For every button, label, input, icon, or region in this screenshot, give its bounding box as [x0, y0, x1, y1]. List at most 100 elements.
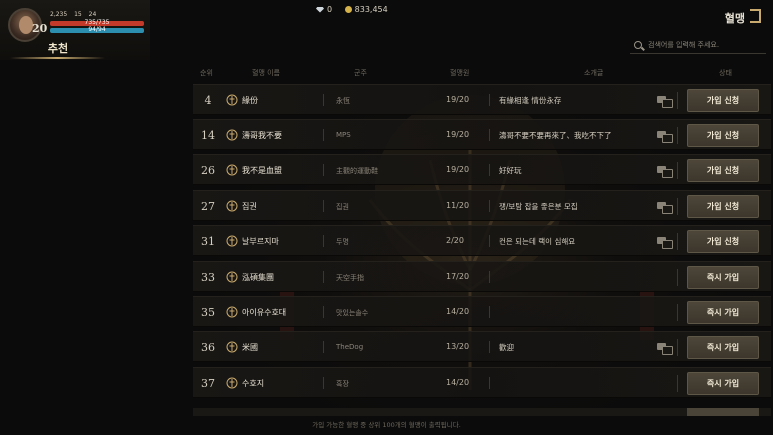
clan-intro: 쟁/보탐 잡을 좋은분 모집	[499, 202, 578, 211]
col-header-status: 상태	[719, 69, 732, 77]
translate-icon[interactable]	[657, 96, 673, 108]
clan-emblem-icon	[226, 377, 238, 389]
divider	[677, 198, 678, 215]
clan-leader: 맛있는솔수	[336, 309, 369, 317]
clan-emblem-icon	[226, 306, 238, 318]
divider	[323, 235, 324, 247]
row-rank: 36	[201, 341, 215, 354]
currency-bar: 0 833,454	[316, 5, 388, 14]
stat-attack: 2,235	[50, 11, 68, 18]
clan-leader: 두명	[336, 238, 349, 246]
clan-leader: 主觀的運動鞋	[336, 167, 378, 175]
divider	[489, 306, 490, 318]
clan-leader: TheDog	[336, 343, 364, 351]
row-rank: 33	[201, 271, 215, 284]
table-row[interactable]: 4 緣份 永恆 19/20 有緣相逢 情份永存 가입 신청	[193, 84, 771, 115]
col-header-intro: 소개글	[584, 69, 604, 77]
clan-name: 날부르지마	[242, 237, 279, 246]
clan-leader: MPS	[336, 131, 351, 139]
translate-icon[interactable]	[657, 202, 673, 214]
table-row[interactable]: 31 날부르지마 두명 2/20 컨은 되는데 랙이 심해요 가입 신청	[193, 225, 771, 256]
row-rank: 4	[204, 94, 212, 107]
clan-members: 14/20	[446, 307, 470, 316]
divider	[489, 235, 490, 247]
tab-recommend[interactable]: 추천	[14, 40, 102, 56]
clan-emblem-icon	[226, 341, 238, 353]
join-button[interactable]: 즉시 가입	[687, 266, 759, 289]
divider	[323, 306, 324, 318]
gold-coin-icon	[344, 6, 352, 13]
clan-menu-icon[interactable]	[750, 9, 761, 23]
divider	[677, 339, 678, 356]
divider	[677, 92, 678, 109]
search-input[interactable]: 검색어를 입력해 주세요.	[630, 36, 766, 54]
divider	[489, 271, 490, 283]
row-rank: 14	[201, 129, 215, 142]
divider	[323, 200, 324, 212]
table-row[interactable]: 33 泓碩集團 天空手指 17/20 즉시 가입	[193, 261, 771, 292]
join-button[interactable]: 즉시 가입	[687, 336, 759, 359]
translate-icon[interactable]	[657, 237, 673, 249]
join-button[interactable]: 가입 신청	[687, 159, 759, 182]
divider	[323, 341, 324, 353]
clan-emblem-icon	[226, 271, 238, 283]
clan-members: 19/20	[446, 95, 470, 104]
tab-underline	[10, 57, 105, 59]
divider	[323, 129, 324, 141]
divider	[677, 375, 678, 392]
table-row[interactable]: 27 집권 집권 11/20 쟁/보탐 잡을 좋은분 모집 가입 신청	[193, 190, 771, 221]
clan-members: 11/20	[446, 201, 470, 210]
col-header-members: 혈맹원	[450, 69, 470, 77]
clan-emblem-icon	[226, 94, 238, 106]
clan-members: 13/20	[446, 342, 470, 351]
row-rank: 31	[201, 235, 215, 248]
table-row[interactable]: 35 아이유수호대 맛있는솔수 14/20 즉시 가입	[193, 296, 771, 327]
gold-count: 833,454	[354, 5, 388, 14]
clan-emblem-icon	[226, 164, 238, 176]
diamond-icon	[316, 6, 324, 13]
table-row[interactable]: 14 濤哥我不要 MPS 19/20 濤哥不要不要再來了、我吃不下了 가입 신청	[193, 119, 771, 150]
clan-name: 緣份	[242, 96, 258, 105]
clan-emblem-icon	[226, 129, 238, 141]
divider	[677, 269, 678, 286]
row-rank: 35	[201, 306, 215, 319]
divider	[489, 129, 490, 141]
col-header-rank: 순위	[200, 69, 213, 77]
divider	[489, 94, 490, 106]
table-row[interactable]: 26 我不是血盟 主觀的運動鞋 19/20 好好玩 가입 신청	[193, 154, 771, 185]
join-button[interactable]: 즉시 가입	[687, 372, 759, 395]
player-level: 20	[32, 22, 48, 35]
search-icon	[634, 40, 642, 49]
clan-name: 我不是血盟	[242, 166, 282, 175]
join-button[interactable]: 가입 신청	[687, 124, 759, 147]
clan-leader: 흑장	[336, 380, 349, 388]
join-button[interactable]: 즉시 가입	[687, 301, 759, 324]
clan-leader: 집권	[336, 203, 349, 211]
clan-members: 2/20	[446, 236, 464, 245]
table-row[interactable]: 36 米國 TheDog 13/20 歡迎 즉시 가입	[193, 331, 771, 362]
translate-icon[interactable]	[657, 343, 673, 355]
join-button[interactable]: 가입 신청	[687, 230, 759, 253]
divider	[489, 164, 490, 176]
divider	[677, 127, 678, 144]
mp-bar: 94/94	[50, 26, 144, 33]
join-button[interactable]: 가입 신청	[687, 89, 759, 112]
divider	[677, 304, 678, 321]
translate-icon[interactable]	[657, 131, 673, 143]
clan-leader: 永恆	[336, 97, 350, 105]
partial-button	[687, 408, 759, 416]
divider	[677, 162, 678, 179]
join-button[interactable]: 가입 신청	[687, 195, 759, 218]
clan-name: 米國	[242, 343, 258, 352]
translate-icon[interactable]	[657, 166, 673, 178]
clan-emblem-icon	[226, 200, 238, 212]
divider	[323, 164, 324, 176]
divider	[489, 377, 490, 389]
table-row[interactable]: 37 수호지 흑장 14/20 즉시 가입	[193, 367, 771, 398]
clan-members: 14/20	[446, 378, 470, 387]
clan-members: 17/20	[446, 272, 470, 281]
divider	[489, 341, 490, 353]
clan-emblem-icon	[226, 235, 238, 247]
footer-note: 가입 가능한 혈맹 중 상위 100개의 혈맹이 출력됩니다.	[312, 421, 461, 429]
clan-intro: 有緣相逢 情份永存	[499, 96, 562, 105]
